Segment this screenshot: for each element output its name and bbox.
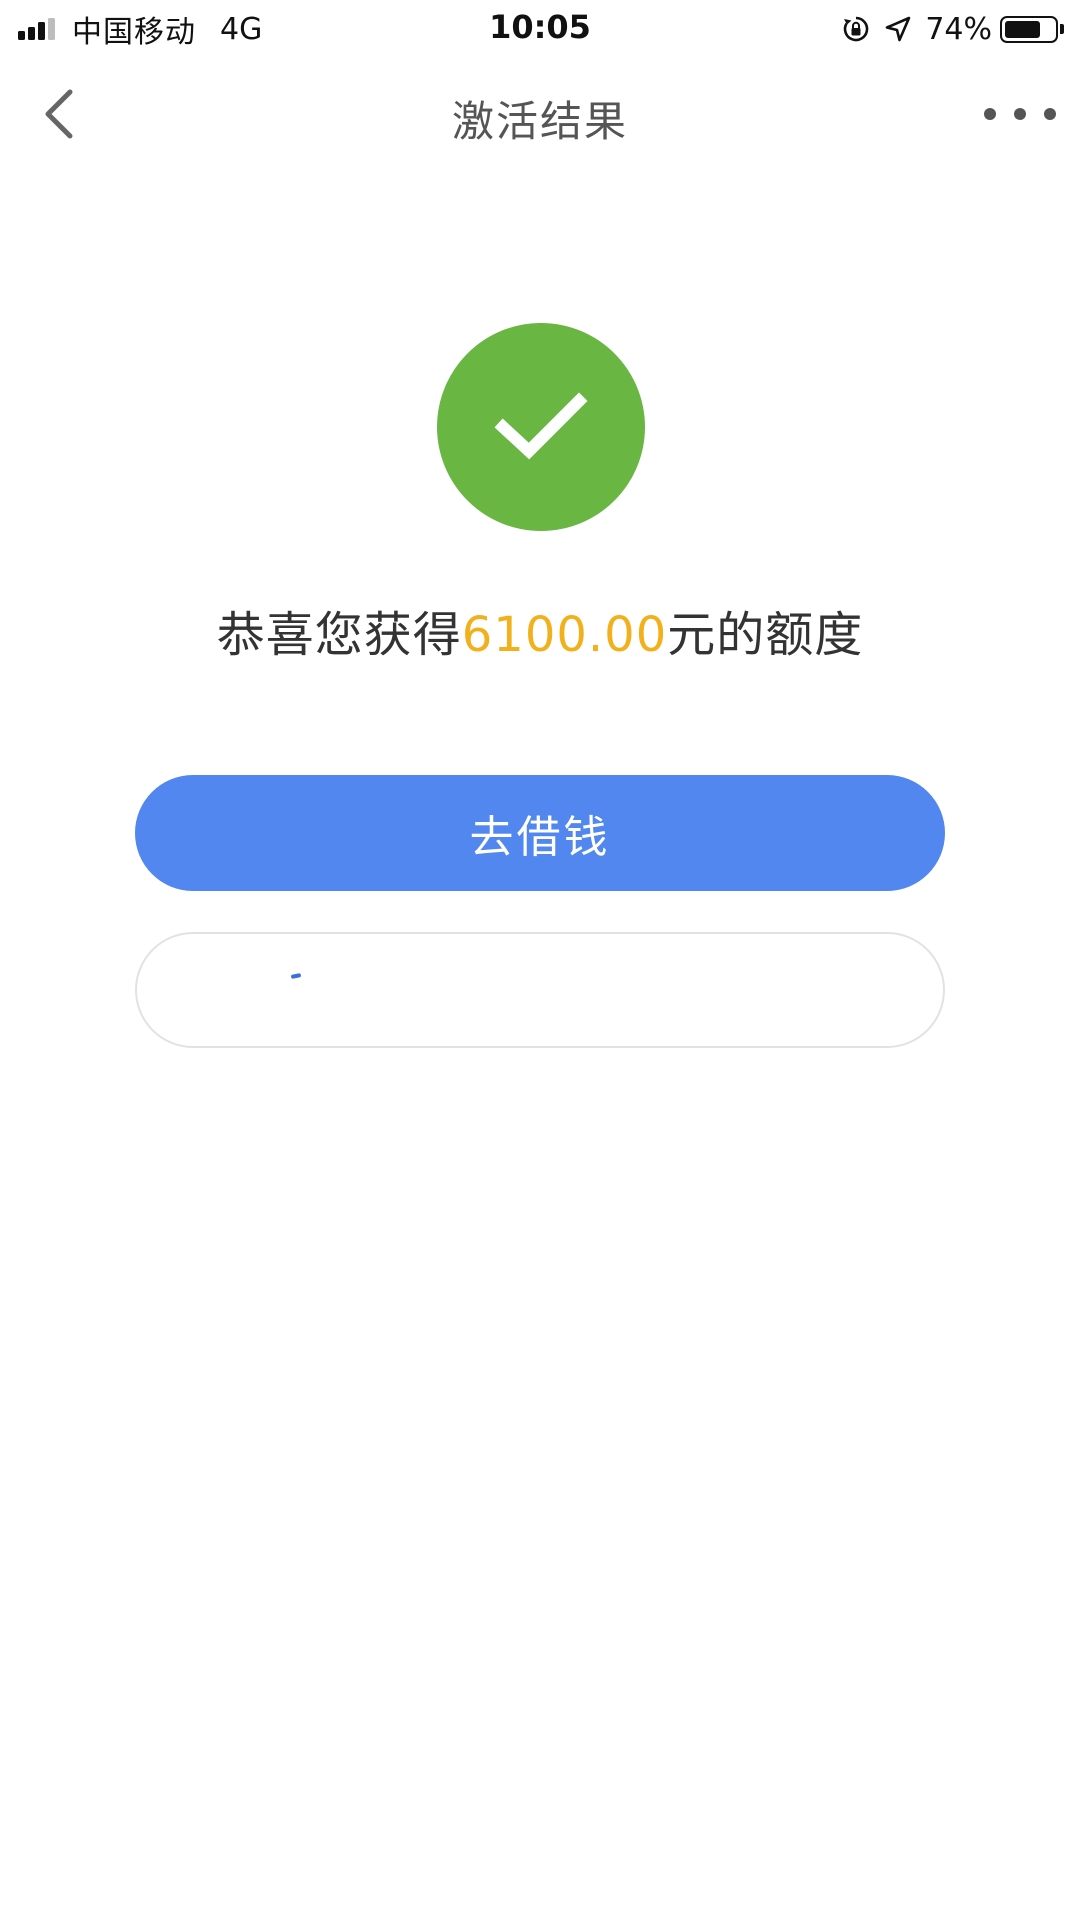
more-dots-icon xyxy=(1014,108,1026,120)
check-circle-icon xyxy=(437,323,645,531)
message-prefix: 恭喜您获得 xyxy=(216,607,462,663)
secondary-action-button[interactable] xyxy=(135,932,945,1048)
borrow-money-button[interactable]: 去借钱 xyxy=(135,775,945,891)
result-message: 恭喜您获得6100.00元的额度 xyxy=(0,595,1080,665)
status-bar-right: 74% xyxy=(841,8,1064,50)
nav-bar: 激活结果 xyxy=(0,58,1080,166)
credit-amount: 6100.00 xyxy=(461,607,668,663)
status-bar: 中国移动 4G 10:05 74% xyxy=(0,0,1080,58)
checkmark-icon xyxy=(494,392,588,460)
battery-level-fill xyxy=(1005,20,1040,38)
message-suffix: 元的额度 xyxy=(667,607,864,663)
battery-percentage: 74% xyxy=(925,11,992,47)
more-dots-icon xyxy=(984,108,996,120)
location-arrow-icon xyxy=(886,16,911,42)
orientation-lock-icon xyxy=(844,16,869,42)
battery-icon xyxy=(1000,15,1058,43)
activation-result-screen: 中国移动 4G 10:05 74% 激活结果 恭喜您获得6100.00元的额度 … xyxy=(0,0,1080,1920)
more-dots-icon xyxy=(1044,108,1056,120)
more-options-button[interactable] xyxy=(984,88,1056,140)
battery-tip xyxy=(1060,24,1064,34)
page-title: 激活结果 xyxy=(451,97,628,146)
